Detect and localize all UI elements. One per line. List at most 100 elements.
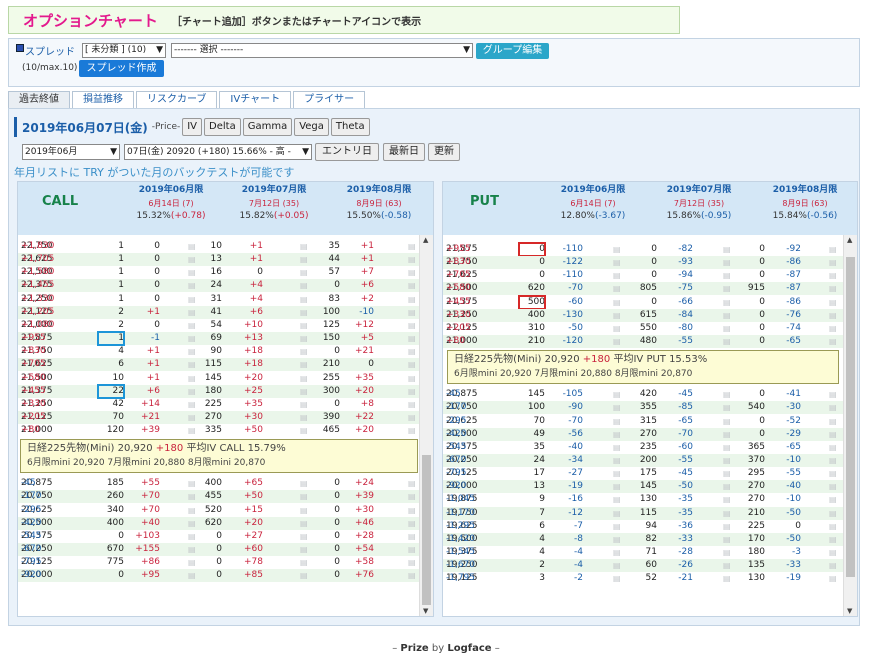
tab-item[interactable]: 損益推移	[72, 91, 134, 108]
chart-icon[interactable]: ▤	[408, 504, 416, 517]
scroll-up-icon[interactable]: ▲	[847, 236, 852, 244]
chart-icon[interactable]: ▤	[723, 520, 731, 533]
chart-icon[interactable]: ▤	[300, 504, 308, 517]
chart-icon[interactable]: ▤	[408, 490, 416, 503]
chart-icon[interactable]: ▤	[723, 493, 731, 506]
chart-icon[interactable]: ▤	[188, 411, 196, 424]
chart-icon[interactable]: ▤	[300, 332, 308, 345]
scrollbar[interactable]: ▲ ▼	[843, 235, 857, 616]
chart-icon[interactable]: ▤	[300, 490, 308, 503]
chart-icon[interactable]: ▤	[408, 424, 416, 437]
chart-icon[interactable]: ▤	[188, 490, 196, 503]
chart-icon[interactable]: ▤	[408, 569, 416, 582]
chart-icon[interactable]: ▤	[723, 401, 731, 414]
chart-icon[interactable]: ▤	[613, 243, 621, 256]
scroll-down-icon[interactable]: ▼	[847, 607, 852, 615]
greek-button[interactable]: Delta	[204, 118, 241, 136]
category-select[interactable]: [ 未分類 ] (10) ▼	[82, 43, 166, 58]
chart-icon[interactable]: ▤	[408, 358, 416, 371]
chart-icon[interactable]: ▤	[613, 454, 621, 467]
chart-icon[interactable]: ▤	[188, 279, 196, 292]
chart-icon[interactable]: ▤	[613, 415, 621, 428]
chart-icon[interactable]: ▤	[300, 306, 308, 319]
chart-icon[interactable]: ▤	[723, 507, 731, 520]
chart-icon[interactable]: ▤	[188, 372, 196, 385]
chart-icon[interactable]: ▤	[300, 569, 308, 582]
chart-icon[interactable]: ▤	[829, 296, 837, 309]
chart-icon[interactable]: ▤	[723, 441, 731, 454]
chart-icon[interactable]: ▤	[829, 415, 837, 428]
chart-icon[interactable]: ▤	[188, 306, 196, 319]
chart-icon[interactable]: ▤	[613, 256, 621, 269]
chart-icon[interactable]: ▤	[408, 530, 416, 543]
chart-icon[interactable]: ▤	[300, 517, 308, 530]
chart-icon[interactable]: ▤	[300, 358, 308, 371]
group-edit-button[interactable]: グループ編集	[476, 43, 549, 59]
chart-icon[interactable]: ▤	[723, 546, 731, 559]
chart-icon[interactable]: ▤	[188, 345, 196, 358]
update-button[interactable]: 更新	[428, 143, 460, 161]
chart-icon[interactable]: ▤	[613, 493, 621, 506]
chart-icon[interactable]: ▤	[300, 253, 308, 266]
scroll-thumb[interactable]	[422, 455, 431, 605]
chart-icon[interactable]: ▤	[829, 467, 837, 480]
greek-button[interactable]: Theta	[330, 118, 370, 136]
spread-select[interactable]: ------- 選択 ------- ▼	[171, 43, 473, 58]
tab-item[interactable]: リスクカーブ	[136, 91, 218, 108]
chart-icon[interactable]: ▤	[408, 266, 416, 279]
chart-icon[interactable]: ▤	[188, 293, 196, 306]
chart-icon[interactable]: ▤	[829, 533, 837, 546]
chart-icon[interactable]: ▤	[188, 543, 196, 556]
chart-icon[interactable]: ▤	[613, 401, 621, 414]
chart-icon[interactable]: ▤	[408, 293, 416, 306]
chart-icon[interactable]: ▤	[408, 372, 416, 385]
greek-button[interactable]: IV	[182, 118, 203, 136]
chart-icon[interactable]: ▤	[188, 319, 196, 332]
chart-icon[interactable]: ▤	[829, 493, 837, 506]
chart-icon[interactable]: ▤	[723, 533, 731, 546]
day-select[interactable]: 07日(金) 20920 (+180) 15.66% - 高 - ▼	[124, 144, 312, 160]
chart-icon[interactable]: ▤	[300, 372, 308, 385]
chart-icon[interactable]: ▤	[613, 335, 621, 348]
chart-icon[interactable]: ▤	[613, 388, 621, 401]
chart-icon[interactable]: ▤	[723, 480, 731, 493]
chart-icon[interactable]: ▤	[829, 282, 837, 295]
chart-icon[interactable]: ▤	[829, 546, 837, 559]
chart-icon[interactable]: ▤	[188, 358, 196, 371]
chart-icon[interactable]: ▤	[300, 345, 308, 358]
chart-icon[interactable]: ▤	[829, 243, 837, 256]
chart-icon[interactable]: ▤	[613, 309, 621, 322]
chart-icon[interactable]: ▤	[723, 296, 731, 309]
chart-icon[interactable]: ▤	[408, 345, 416, 358]
chart-icon[interactable]: ▤	[829, 322, 837, 335]
chart-icon[interactable]: ▤	[613, 572, 621, 585]
chart-icon[interactable]: ▤	[723, 335, 731, 348]
chart-icon[interactable]: ▤	[188, 398, 196, 411]
chart-icon[interactable]: ▤	[829, 507, 837, 520]
chart-icon[interactable]: ▤	[613, 533, 621, 546]
chart-icon[interactable]: ▤	[723, 243, 731, 256]
chart-icon[interactable]: ▤	[188, 569, 196, 582]
chart-icon[interactable]: ▤	[300, 319, 308, 332]
chart-icon[interactable]: ▤	[408, 332, 416, 345]
chart-icon[interactable]: ▤	[188, 240, 196, 253]
scrollbar[interactable]: ▲ ▼	[419, 235, 433, 616]
chart-icon[interactable]: ▤	[613, 296, 621, 309]
chart-icon[interactable]: ▤	[188, 266, 196, 279]
chart-icon[interactable]: ▤	[829, 441, 837, 454]
chart-icon[interactable]: ▤	[188, 530, 196, 543]
chart-icon[interactable]: ▤	[723, 454, 731, 467]
chart-icon[interactable]: ▤	[829, 309, 837, 322]
month-select[interactable]: 2019年06月 ▼	[22, 144, 120, 160]
chart-icon[interactable]: ▤	[613, 282, 621, 295]
chart-icon[interactable]: ▤	[613, 467, 621, 480]
chart-icon[interactable]: ▤	[188, 385, 196, 398]
entry-date-button[interactable]: エントリ日	[315, 143, 379, 161]
chart-icon[interactable]: ▤	[300, 424, 308, 437]
chart-icon[interactable]: ▤	[188, 332, 196, 345]
chart-icon[interactable]: ▤	[300, 556, 308, 569]
create-spread-button[interactable]: スプレッド作成	[79, 60, 164, 77]
chart-icon[interactable]: ▤	[723, 415, 731, 428]
chart-icon[interactable]: ▤	[723, 322, 731, 335]
chart-icon[interactable]: ▤	[723, 256, 731, 269]
